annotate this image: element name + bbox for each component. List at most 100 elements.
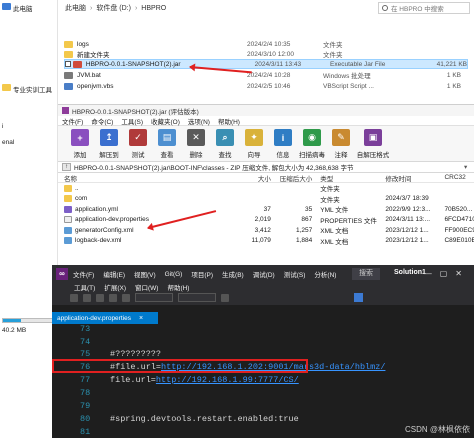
yml-file-icon xyxy=(64,205,72,213)
menu-file[interactable]: 文件(F) xyxy=(62,116,83,126)
extract-button[interactable]: ↥ 解压到 xyxy=(95,129,123,159)
window-controls[interactable]: —▢✕ xyxy=(424,269,470,278)
file-row-selected[interactable]: HBPRO-0.0.1-SNAPSHOT(2).jar 2024/3/11 13… xyxy=(64,59,468,69)
menu-item[interactable]: 扩展(X) xyxy=(104,282,126,292)
nav-item-tools[interactable]: 专业实训工具 xyxy=(13,84,52,94)
virus-scan-button[interactable]: ◉ 扫描病毒 xyxy=(298,129,326,159)
close-icon[interactable]: × xyxy=(139,315,143,322)
search-input[interactable]: 在 HBPRO 中搜索 xyxy=(378,2,470,14)
nav-item-this-pc[interactable]: 此电脑 xyxy=(13,3,33,13)
info-button[interactable]: i 信息 xyxy=(269,129,297,159)
menu-item[interactable]: 窗口(W) xyxy=(135,282,158,292)
file-row[interactable]: 新建文件夹 2024/3/10 12:00 文件夹 xyxy=(64,49,468,59)
menu-item[interactable]: 调试(D) xyxy=(253,269,275,279)
archive-row[interactable]: logback-dev.xml 11,079 1,884 XML 文档 2023… xyxy=(58,236,474,247)
menu-item[interactable]: 文件(F) xyxy=(73,269,94,279)
menu-item[interactable]: 项目(P) xyxy=(191,269,213,279)
column-type[interactable]: 类型 xyxy=(312,173,385,183)
chevron-down-icon[interactable]: ▾ xyxy=(464,163,474,171)
line-number: 75 xyxy=(80,349,91,359)
archive-row[interactable]: com 文件夹 2024/3/7 18:39 xyxy=(58,194,474,205)
menu-item[interactable]: 分析(N) xyxy=(314,269,336,279)
view-button[interactable]: ▤ 查看 xyxy=(153,129,181,159)
line-number: 81 xyxy=(80,427,91,437)
search-label: 搜索 xyxy=(359,270,373,277)
nav-item-drive[interactable]: i xyxy=(2,123,3,130)
code-line[interactable]: #????????? xyxy=(110,349,161,359)
info-icon: i xyxy=(274,129,292,146)
archive-row[interactable]: .. 文件夹 xyxy=(58,183,474,194)
extract-icon: ↥ xyxy=(100,129,118,146)
code-line[interactable]: #spring.devtools.restart.enabled:true xyxy=(110,414,299,424)
breadcrumb-item[interactable]: 软件盘 (D:) xyxy=(96,3,131,13)
file-row[interactable]: openjvm.vbs 2024/2/5 10:46 VBScript Scri… xyxy=(64,81,468,91)
run-icon[interactable] xyxy=(221,293,229,302)
url-link[interactable]: http://192.168.1.99:7777/CS/ xyxy=(156,375,299,385)
editor-tab-active[interactable]: application-dev.properties × xyxy=(52,312,158,324)
wizard-button[interactable]: ✦ 向导 xyxy=(240,129,268,159)
delete-button[interactable]: ✕ 删除 xyxy=(182,129,210,159)
line-number: 73 xyxy=(80,324,91,334)
nav-item-drive-2[interactable]: enal xyxy=(2,139,14,146)
file-row[interactable]: logs 2024/2/4 10:35 文件夹 xyxy=(64,39,468,49)
configuration-dropdown[interactable] xyxy=(135,293,173,302)
menu-item[interactable]: 帮助(H) xyxy=(167,282,189,292)
menu-commands[interactable]: 命令(C) xyxy=(91,116,113,126)
find-button[interactable]: ⌕ 查找 xyxy=(211,129,239,159)
menu-item[interactable]: Git(G) xyxy=(165,271,183,278)
menu-item[interactable]: 编辑(E) xyxy=(103,269,125,279)
back-icon[interactable] xyxy=(70,293,78,302)
menu-item[interactable]: 测试(S) xyxy=(284,269,306,279)
properties-file-icon xyxy=(64,216,72,224)
redo-icon[interactable] xyxy=(122,293,130,302)
column-packed[interactable]: 压缩后大小 xyxy=(271,173,313,183)
menu-favorites[interactable]: 收藏夹(O) xyxy=(151,116,180,126)
xml-file-icon xyxy=(64,226,72,234)
undo-icon[interactable] xyxy=(109,293,117,302)
up-folder-icon[interactable]: ↑ xyxy=(62,163,71,171)
search-box[interactable]: 搜索 xyxy=(352,268,380,280)
menu-tools[interactable]: 工具(S) xyxy=(121,116,143,126)
comment-button[interactable]: ✎ 注释 xyxy=(327,129,355,159)
menu-item[interactable]: 工具(T) xyxy=(74,282,95,292)
platform-dropdown[interactable] xyxy=(178,293,216,302)
archive-row[interactable]: generatorConfig.xml 3,412 1,257 XML 文档 2… xyxy=(58,225,474,236)
checkbox[interactable] xyxy=(65,61,71,67)
drive-usage-bar xyxy=(2,318,54,323)
menu-item[interactable]: 视图(V) xyxy=(134,269,156,279)
folder-icon xyxy=(64,184,72,192)
folder-icon xyxy=(2,84,11,91)
live-share-icon[interactable] xyxy=(354,293,363,302)
archive-path-bar[interactable]: ↑ HBPRO-0.0.1-SNAPSHOT(2).jar\BOOT-INF\c… xyxy=(58,162,474,173)
column-name[interactable]: 名称 xyxy=(64,173,222,183)
column-modified[interactable]: 修改时间 xyxy=(385,173,444,183)
virus-scan-icon: ◉ xyxy=(303,129,321,146)
folder-icon xyxy=(64,195,72,203)
save-icon[interactable] xyxy=(96,293,104,302)
sfx-icon: ▣ xyxy=(364,129,382,146)
archive-row[interactable]: application-dev.properties 2,019 867 PRO… xyxy=(58,215,474,226)
menu-help[interactable]: 帮助(H) xyxy=(218,116,240,126)
solution-name: Solution1 xyxy=(394,269,426,276)
address-bar[interactable]: 此电脑 › 软件盘 (D:) › HBPRO 在 HBPRO 中搜索 xyxy=(58,0,474,16)
file-row[interactable]: JVM.bat 2024/2/4 10:28 Windows 批处理 1 KB xyxy=(64,70,468,80)
add-button[interactable]: + 添加 xyxy=(66,129,94,159)
breadcrumb-item[interactable]: 此电脑 xyxy=(65,3,86,13)
ide-window: ∞ 文件(F) 编辑(E) 视图(V) Git(G) 项目(P) 生成(B) 调… xyxy=(52,265,474,438)
view-icon: ▤ xyxy=(158,129,176,146)
archive-row[interactable]: application.yml 37 35 YML 文件 2022/9/9 12… xyxy=(58,204,474,215)
menu-item[interactable]: 生成(B) xyxy=(222,269,244,279)
column-crc[interactable]: CRC32 xyxy=(444,174,474,181)
find-icon: ⌕ xyxy=(216,129,234,146)
code-line[interactable]: file.url=http://192.168.1.99:7777/CS/ xyxy=(110,375,299,385)
test-button[interactable]: ✓ 测试 xyxy=(124,129,152,159)
forward-icon[interactable] xyxy=(83,293,91,302)
breadcrumb-item[interactable]: HBPRO xyxy=(141,5,166,12)
visual-studio-logo-icon: ∞ xyxy=(56,268,68,280)
winrar-logo-icon xyxy=(62,107,69,114)
add-icon: + xyxy=(71,129,89,146)
menu-options[interactable]: 选项(N) xyxy=(188,116,210,126)
xml-file-icon xyxy=(64,237,72,245)
column-size[interactable]: 大小 xyxy=(222,173,271,183)
sfx-button[interactable]: ▣ 自解压格式 xyxy=(356,129,390,159)
